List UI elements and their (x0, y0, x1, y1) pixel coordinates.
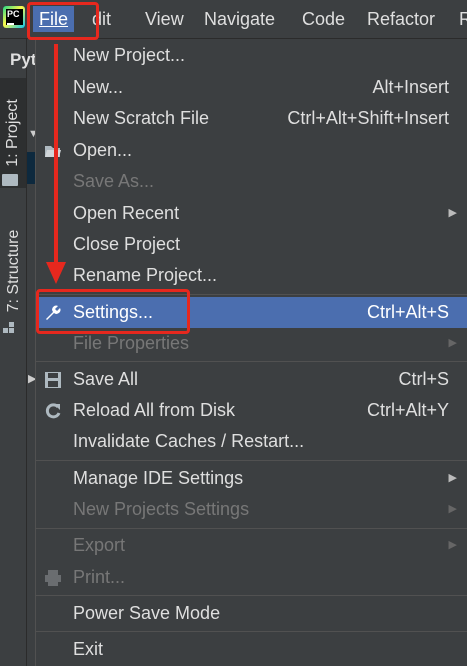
menu-item-rename-project[interactable]: Rename Project... (36, 260, 467, 291)
annotation-arrow-shaft (54, 44, 58, 266)
shortcut-label: Ctrl+Alt+Y (366, 400, 449, 420)
menu-item-power-save-mode[interactable]: Power Save Mode (36, 598, 467, 629)
menu-view[interactable]: View (139, 6, 190, 32)
highlight-box-file (27, 2, 99, 40)
menu-run-partial[interactable]: R (453, 6, 467, 32)
shortcut-label: Ctrl+Alt+S (366, 302, 449, 322)
folder-icon (2, 174, 18, 186)
annotation-arrow-head-icon (46, 262, 66, 284)
shortcut-label: Ctrl+S (398, 369, 449, 389)
menu-item-close-project[interactable]: Close Project (36, 229, 467, 260)
menu-item-new-scratch-file[interactable]: New Scratch File Ctrl+Alt+Shift+Insert (36, 103, 467, 134)
submenu-arrow-icon: ▶ (448, 539, 457, 551)
menu-item-export: Export ▶ (36, 530, 467, 561)
highlight-box-settings (36, 289, 190, 334)
menu-item-invalidate-caches[interactable]: Invalidate Caches / Restart... (36, 426, 467, 457)
menu-code[interactable]: Code (296, 6, 351, 32)
submenu-arrow-icon: ▶ (448, 503, 457, 515)
menu-item-new-project[interactable]: New Project... (36, 40, 467, 71)
menu-item-print: Print... (36, 562, 467, 593)
menu-navigate[interactable]: Navigate (198, 6, 281, 32)
menu-item-new-projects-settings: New Projects Settings ▶ (36, 494, 467, 525)
tool-window-project-tab[interactable]: 1: Project (0, 78, 26, 188)
project-title-partial: Pyt (10, 50, 37, 69)
folder-open-icon (45, 146, 61, 157)
menu-item-reload-all[interactable]: Reload All from Disk Ctrl+Alt+Y (36, 395, 467, 426)
menu-item-manage-ide-settings[interactable]: Manage IDE Settings ▶ (36, 463, 467, 494)
printer-icon (45, 570, 61, 586)
menu-item-new[interactable]: New... Alt+Insert (36, 72, 467, 103)
menu-item-save-as: Save As... (73, 171, 155, 191)
tool-window-structure-tab[interactable]: 7: Structure (5, 219, 23, 323)
floppy-disk-icon (45, 372, 61, 388)
menu-separator (36, 528, 467, 529)
reload-icon (45, 403, 61, 419)
file-menu-dropdown: New Project... New... Alt+Insert New Scr… (35, 39, 467, 666)
structure-icon (3, 322, 15, 334)
menu-separator (36, 595, 467, 596)
menu-separator (36, 361, 467, 362)
menu-item-open[interactable]: Open... (36, 135, 467, 166)
menu-item-exit[interactable]: Exit (36, 634, 467, 665)
shortcut-label: Alt+Insert (372, 77, 449, 97)
submenu-arrow-icon: ▶ (448, 337, 457, 349)
pycharm-logo-icon: PC (3, 6, 25, 28)
submenu-arrow-icon: ▶ (448, 472, 457, 484)
menu-separator (36, 460, 467, 461)
menu-item-open-recent[interactable]: Open Recent ▶ (36, 198, 467, 229)
menu-refactor[interactable]: Refactor (361, 6, 441, 32)
menu-item-save-all[interactable]: Save All Ctrl+S (36, 364, 467, 395)
menu-separator (36, 631, 467, 632)
submenu-arrow-icon: ▶ (448, 207, 457, 219)
shortcut-label: Ctrl+Alt+Shift+Insert (287, 108, 449, 128)
